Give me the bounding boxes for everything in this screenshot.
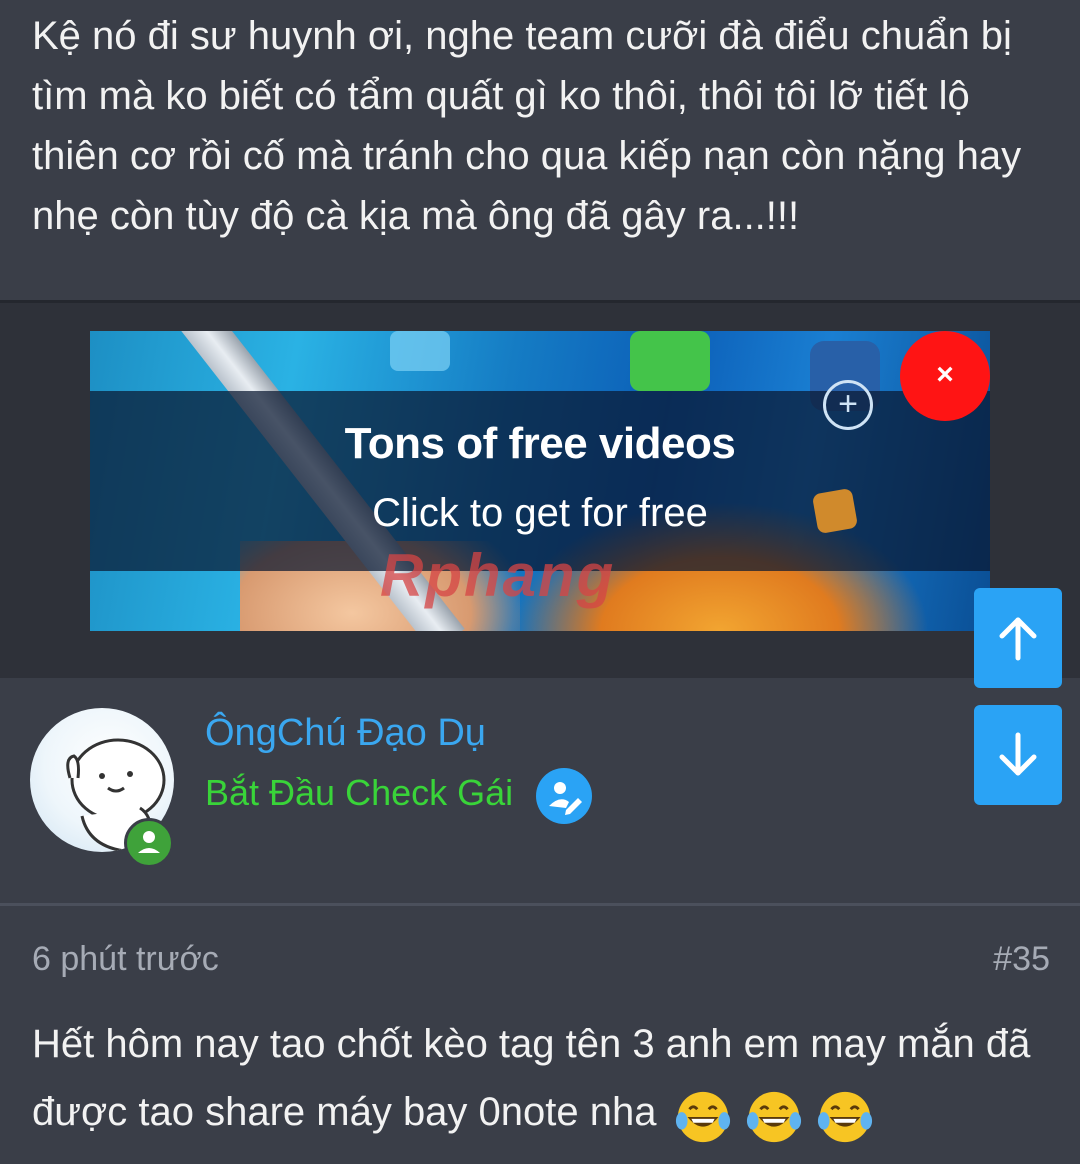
edit-pen-icon [536,768,592,824]
author-name[interactable]: ÔngChú Đạo Dụ [205,712,486,755]
previous-post-text: Kệ nó đi sư huynh ơi, nghe team cưỡi đà … [32,14,1022,238]
laughing-tears-icon [675,1091,730,1143]
user-online-icon [124,818,174,868]
scroll-up-button[interactable] [974,588,1062,688]
laughing-tears-icon [746,1091,801,1143]
thread-page: Kệ nó đi sư huynh ơi, nghe team cưỡi đà … [0,0,1080,1164]
ad-decor [630,331,710,391]
post-text-content: Hết hôm nay tao chốt kèo tag tên 3 anh e… [32,1022,1031,1134]
post-number[interactable]: #35 [993,940,1050,979]
scroll-down-button[interactable] [974,705,1062,805]
ad-close-button[interactable]: × [900,331,990,421]
post-author-block: ÔngChú Đạo Dụ Bắt Đầu Check Gái [0,678,1080,903]
previous-post-body: Kệ nó đi sư huynh ơi, nghe team cưỡi đà … [0,0,1080,300]
emoji-group [674,1080,876,1148]
ad-decor [390,331,450,371]
ad-banner[interactable]: + Tons of free videos Click to get for f… [90,331,990,631]
ad-title: Tons of free videos [344,419,736,468]
post-timestamp[interactable]: 6 phút trước [32,940,219,979]
arrow-down-icon [999,732,1037,776]
post-text: Hết hôm nay tao chốt kèo tag tên 3 anh e… [32,1010,1042,1148]
laughing-tears-icon [817,1091,872,1143]
post: 6 phút trước #35 Hết hôm nay tao chốt kè… [0,906,1080,1164]
ad-subtitle: Click to get for free [372,491,708,535]
arrow-up-icon [999,617,1037,661]
author-title: Bắt Đầu Check Gái [205,772,514,813]
ad-watermark: Rphang [380,542,616,609]
